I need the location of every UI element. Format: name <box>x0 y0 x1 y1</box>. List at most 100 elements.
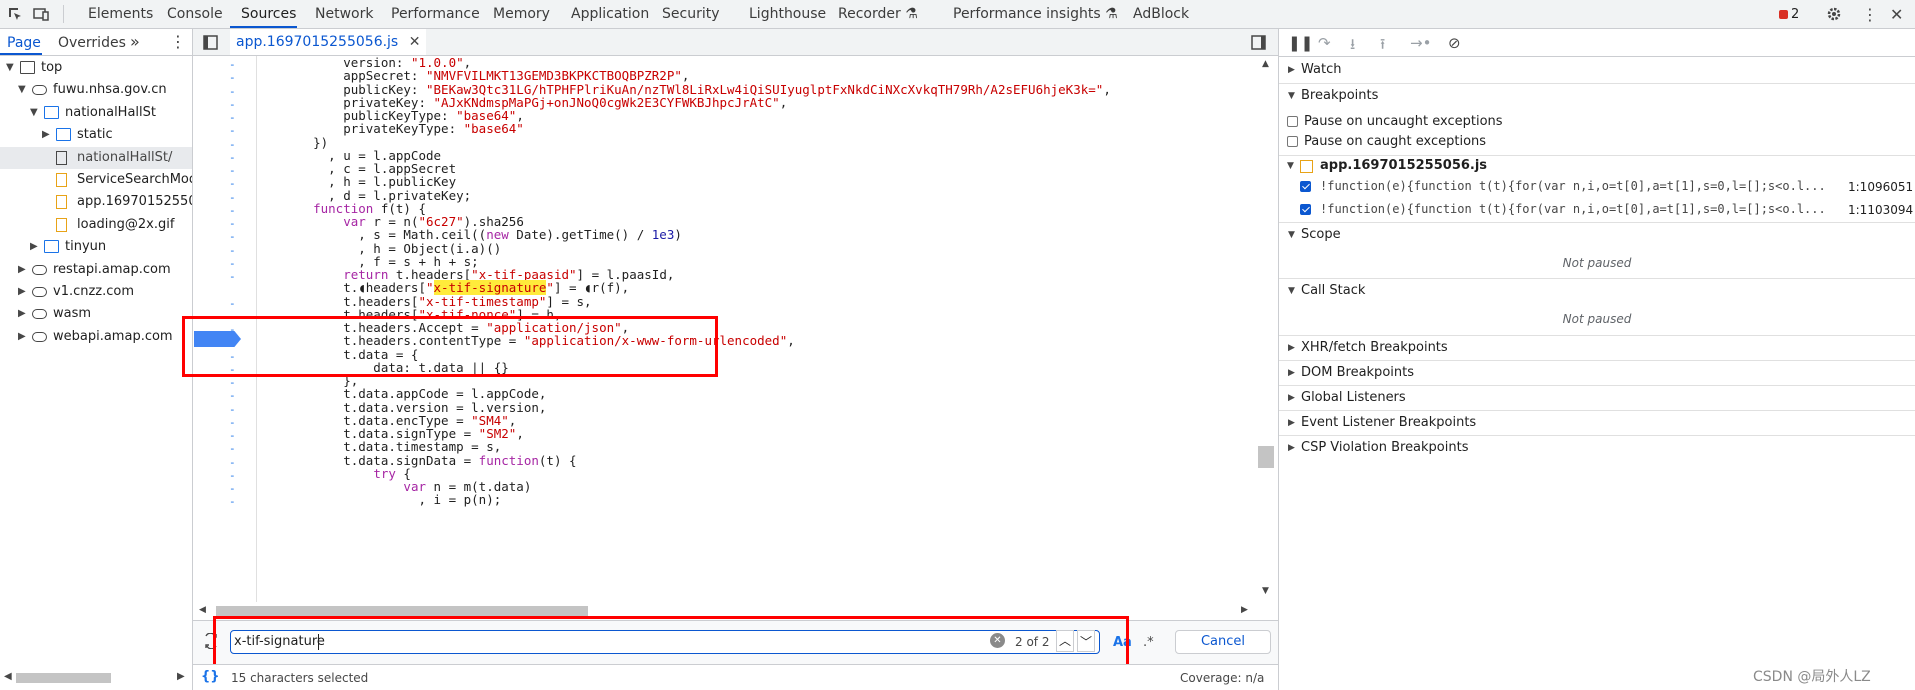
tree-item[interactable]: loading@2x.gif <box>0 214 192 236</box>
section-label: DOM Breakpoints <box>1301 365 1414 380</box>
scroll-left-icon[interactable]: ◀ <box>199 605 206 615</box>
scope-section[interactable]: ▼ Scope <box>1279 222 1915 246</box>
scroll-thumb[interactable] <box>16 673 111 683</box>
collapse-arrow-icon[interactable]: ▼ <box>1287 161 1294 171</box>
breakpoint-checkbox[interactable] <box>1300 181 1311 192</box>
tree-item[interactable]: ▶ wasm <box>0 303 192 325</box>
tree-item[interactable]: app.169701525505 <box>0 191 192 213</box>
cancel-search-button[interactable]: Cancel <box>1175 630 1271 654</box>
tree-item[interactable]: ▶ v1.cnzz.com <box>0 281 192 303</box>
tab-network[interactable]: Network <box>315 0 373 28</box>
navigator-tabs: Page Overrides » ⋮ <box>0 29 193 56</box>
expand-arrow-icon[interactable]: ▶ <box>18 259 28 281</box>
tree-item[interactable]: ▶ static <box>0 124 192 146</box>
tab-memory[interactable]: Memory <box>493 0 550 28</box>
code-horizontal-scroll-thumb[interactable] <box>216 606 588 616</box>
navigator-menu-icon[interactable]: ⋮ <box>170 32 186 51</box>
tree-item-label: nationalHallSt <box>65 104 156 120</box>
pretty-print-icon[interactable]: {} <box>201 669 220 684</box>
tree-item[interactable]: ▶ tinyun <box>0 236 192 258</box>
tab-recorder[interactable]: Recorder ⚗ <box>838 0 918 28</box>
editor-file-tab[interactable]: app.1697015255056.js ✕ <box>230 29 427 55</box>
breakpoint-checkbox[interactable] <box>1300 204 1311 215</box>
tree-item[interactable]: ▼ nationalHallSt <box>0 102 192 124</box>
collapse-arrow-icon[interactable]: ▼ <box>6 57 16 79</box>
scroll-down-icon[interactable]: ▼ <box>1262 586 1269 596</box>
watch-section[interactable]: ▶ Watch <box>1279 58 1915 82</box>
pause-caught-checkbox[interactable] <box>1287 136 1298 147</box>
expand-arrow-icon[interactable]: ▶ <box>18 326 28 348</box>
breakpoint-code[interactable]: !function(e){function t(t){for(var n,i,o… <box>1320 202 1826 216</box>
scroll-right-icon[interactable]: ▶ <box>177 671 185 682</box>
tab-overrides[interactable]: Overrides <box>58 35 126 51</box>
tree-item-label: fuwu.nhsa.gov.cn <box>53 82 167 98</box>
call-stack-section[interactable]: ▼ Call Stack <box>1279 278 1915 302</box>
tab-console[interactable]: Console <box>167 0 223 28</box>
gutter-mark[interactable]: - <box>229 269 239 285</box>
tab-performance-insights[interactable]: Performance insights ⚗ <box>953 0 1118 28</box>
tree-item[interactable]: ServiceSearchMod <box>0 169 192 191</box>
coverage-status[interactable]: Coverage: n/a <box>1180 671 1264 685</box>
code-vertical-scrollbar[interactable]: ▲ ▼ <box>1257 56 1277 602</box>
step-over-icon[interactable]: ↷ <box>1318 34 1331 52</box>
gutter-mark[interactable]: - <box>229 494 239 510</box>
more-tabs-icon[interactable]: » <box>130 32 140 51</box>
tree-item[interactable]: ▼ top <box>0 57 192 79</box>
scroll-left-icon[interactable]: ◀ <box>4 671 12 682</box>
device-toolbar-icon[interactable] <box>33 6 49 22</box>
tree-item[interactable]: ▶ webapi.amap.com <box>0 326 192 348</box>
close-tab-icon[interactable]: ✕ <box>409 34 421 50</box>
section-csp-violation-breakpoints[interactable]: ▶ CSP Violation Breakpoints <box>1279 435 1915 459</box>
tab-page[interactable]: Page <box>7 35 41 51</box>
collapse-arrow-icon: ▼ <box>1288 286 1295 296</box>
expand-arrow-icon[interactable]: ▶ <box>30 236 40 258</box>
scroll-right-icon[interactable]: ▶ <box>1241 605 1248 615</box>
tree-item-label: webapi.amap.com <box>53 328 173 344</box>
breakpoint-code[interactable]: !function(e){function t(t){for(var n,i,o… <box>1320 179 1826 193</box>
pause-resume-icon[interactable]: ❚❚ <box>1288 34 1313 52</box>
regex-toggle[interactable]: .* <box>1143 635 1154 650</box>
tree-item-label: static <box>77 127 113 143</box>
collapse-arrow-icon[interactable]: ▼ <box>18 79 28 101</box>
step-icon[interactable]: →• <box>1410 34 1431 52</box>
breakpoints-section[interactable]: ▼ Breakpoints <box>1279 83 1915 107</box>
expand-arrow-icon[interactable]: ▶ <box>18 281 28 303</box>
scope-not-paused: Not paused <box>1562 256 1632 270</box>
tree-item-label: ServiceSearchMod <box>77 172 192 187</box>
collapse-arrow-icon[interactable]: ▼ <box>30 102 40 124</box>
section-xhr-fetch-breakpoints[interactable]: ▶ XHR/fetch Breakpoints <box>1279 335 1915 359</box>
tab-security[interactable]: Security <box>662 0 720 28</box>
expand-arrow-icon: ▶ <box>1288 65 1295 75</box>
expand-arrow-icon[interactable]: ▶ <box>42 124 52 146</box>
tab-adblock[interactable]: AdBlock <box>1133 0 1189 28</box>
error-count-badge[interactable]: 2 <box>1779 7 1799 22</box>
toggle-debugger-icon[interactable] <box>1251 35 1266 50</box>
scroll-up-icon[interactable]: ▲ <box>1262 59 1269 69</box>
section-dom-breakpoints[interactable]: ▶ DOM Breakpoints <box>1279 360 1915 384</box>
tree-item-label: nationalHallSt/ <box>77 149 173 165</box>
section-global-listeners[interactable]: ▶ Global Listeners <box>1279 385 1915 409</box>
tree-item[interactable]: ▼ fuwu.nhsa.gov.cn <box>0 79 192 101</box>
breakpoint-location: 1:1103094 <box>1848 203 1914 217</box>
tab-lighthouse[interactable]: Lighthouse <box>749 0 826 28</box>
section-event-listener-breakpoints[interactable]: ▶ Event Listener Breakpoints <box>1279 410 1915 434</box>
more-options-icon[interactable]: ⋮ <box>1862 5 1878 24</box>
pause-uncaught-checkbox[interactable] <box>1287 116 1298 127</box>
toggle-navigator-icon[interactable] <box>203 35 218 50</box>
expand-arrow-icon[interactable]: ▶ <box>18 303 28 325</box>
tab-performance[interactable]: Performance <box>391 0 480 28</box>
inspect-element-icon[interactable] <box>7 6 23 22</box>
gear-icon[interactable] <box>1826 6 1842 22</box>
code-vertical-scroll-thumb[interactable] <box>1258 446 1274 468</box>
tree-item[interactable]: ▶ restapi.amap.com <box>0 259 192 281</box>
deactivate-breakpoints-icon[interactable]: ⊘ <box>1448 34 1461 52</box>
tab-application[interactable]: Application <box>571 0 649 28</box>
navigator-panel: Page Overrides » ⋮ ▼ top ▼ fuwu.nhsa.gov.cn… <box>0 29 193 690</box>
navigator-scrollbar[interactable]: ◀ ▶ <box>0 668 193 690</box>
tab-sources[interactable]: Sources <box>241 0 296 28</box>
js-file-icon <box>56 217 67 232</box>
tab-elements[interactable]: Elements <box>88 0 153 28</box>
folder-icon <box>44 105 59 119</box>
close-icon[interactable]: ✕ <box>1890 5 1903 24</box>
tree-item[interactable]: nationalHallSt/ <box>0 146 192 169</box>
